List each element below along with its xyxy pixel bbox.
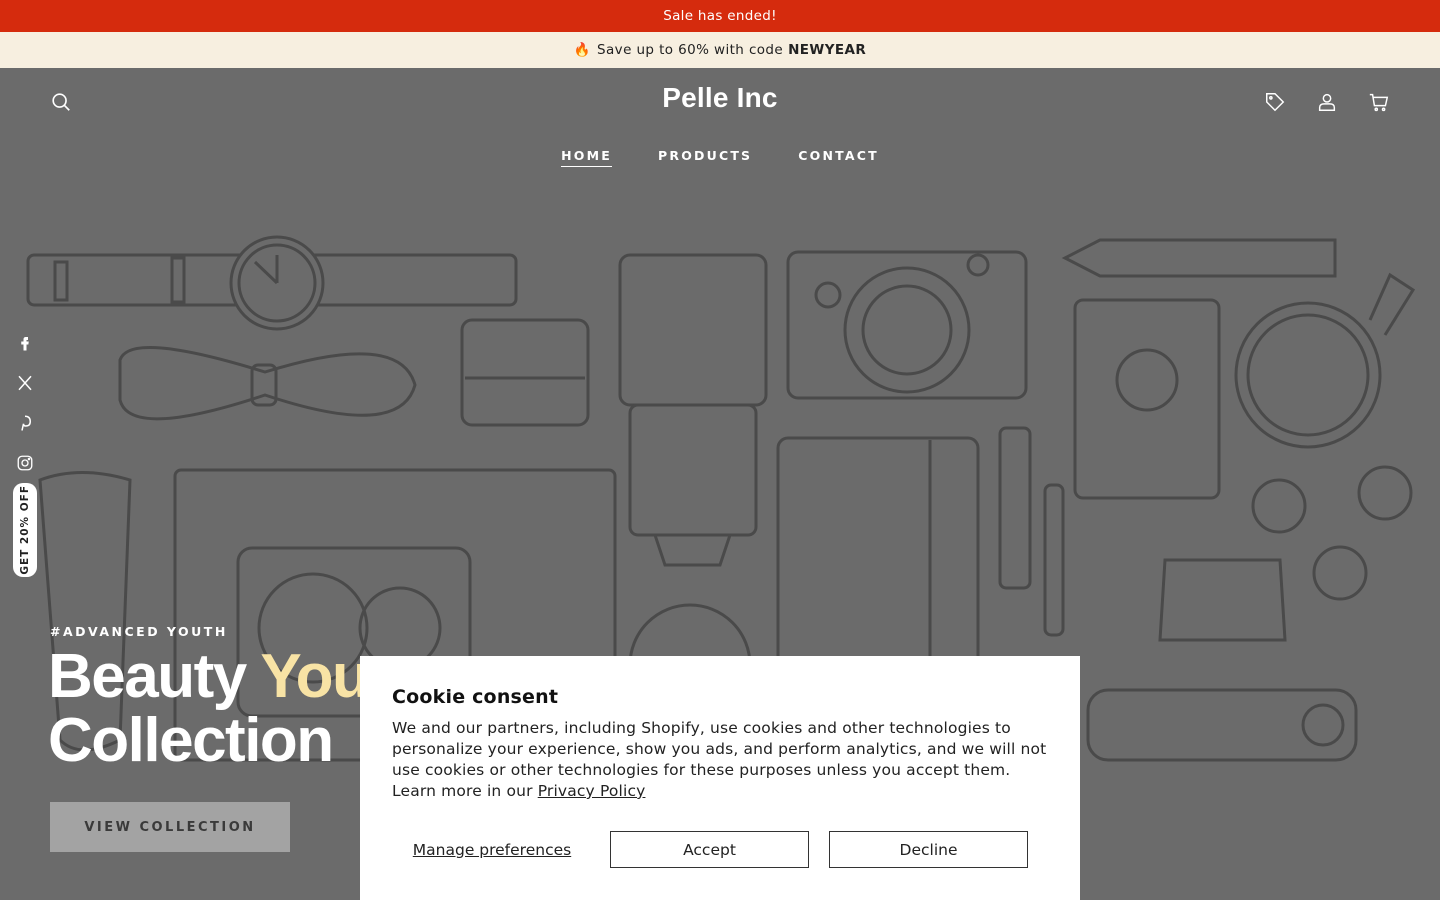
fire-icon: 🔥 (573, 42, 592, 58)
promo-code: NEWYEAR (788, 42, 867, 58)
search-icon[interactable] (49, 90, 73, 114)
cookie-title: Cookie consent (392, 686, 559, 708)
brand-logo[interactable]: Pelle Inc (570, 82, 870, 114)
announcement-bar: Sale has ended! (0, 0, 1440, 32)
hero-title: Beauty You Collection (48, 642, 370, 775)
cookie-body: We and our partners, including Shopify, … (392, 718, 1048, 802)
social-links (14, 332, 38, 492)
accept-button[interactable]: Accept (610, 831, 809, 868)
pinterest-icon[interactable] (14, 412, 36, 434)
nav-item-contact[interactable]: CONTACT (798, 148, 879, 167)
hero-title-part1: Beauty (48, 642, 247, 711)
announcement-text: Sale has ended! (663, 8, 777, 24)
cart-icon[interactable] (1367, 90, 1391, 114)
privacy-policy-link[interactable]: Privacy Policy (538, 782, 646, 800)
hero-title-part2: Collection (48, 706, 334, 775)
cookie-body-text: We and our partners, including Shopify, … (392, 719, 1047, 800)
cookie-consent-dialog: Cookie consent We and our partners, incl… (360, 656, 1080, 900)
nav-item-products[interactable]: PRODUCTS (658, 148, 752, 167)
instagram-icon[interactable] (14, 452, 36, 474)
tag-icon[interactable] (1263, 90, 1287, 114)
hero-title-accent: You (260, 642, 370, 711)
hero-subtitle: #ADVANCED YOUTH (50, 624, 228, 639)
site-header: Pelle Inc HOME PRODUCTS CONTACT (0, 68, 1440, 188)
cookie-actions: Manage preferences Accept Decline (392, 831, 1048, 868)
promo-bar: 🔥 Save up to 60% with code NEWYEAR (0, 32, 1440, 68)
manage-preferences-button[interactable]: Manage preferences (392, 831, 592, 868)
discount-tab-label: GET 20% OFF (19, 485, 31, 575)
promo-text: Save up to 60% with code (597, 42, 784, 58)
account-icon[interactable] (1315, 90, 1339, 114)
view-collection-button[interactable]: VIEW COLLECTION (50, 802, 290, 852)
decline-button[interactable]: Decline (829, 831, 1028, 868)
main-nav: HOME PRODUCTS CONTACT (0, 148, 1440, 167)
discount-tab[interactable]: GET 20% OFF (13, 483, 37, 577)
x-icon[interactable] (14, 372, 36, 394)
facebook-icon[interactable] (14, 332, 36, 354)
nav-item-home[interactable]: HOME (561, 148, 613, 167)
